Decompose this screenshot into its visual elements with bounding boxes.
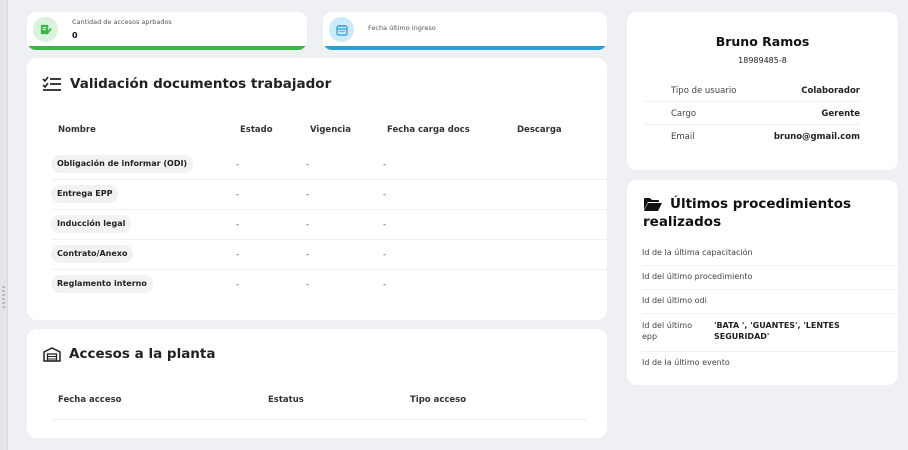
profile-label: Cargo — [671, 109, 697, 119]
table-row: Obligación de informar (ODI) - - - — [51, 150, 611, 180]
profile-value: Colaborador — [801, 86, 860, 96]
col-header-vigencia: Vigencia — [310, 125, 351, 135]
profile-rut: 18989485-8 — [738, 56, 787, 65]
table-row: Contrato/Anexo - - - — [51, 240, 611, 270]
documents-card: Validación documentos trabajador Nombre … — [27, 58, 611, 320]
profile-row-cargo: Cargo Gerente — [644, 103, 860, 125]
procedures-title-text: Últimos procedimientos realizados — [643, 196, 852, 230]
fecha-cell: - — [383, 220, 387, 230]
document-name-pill: Obligación de informar (ODI) — [51, 155, 194, 173]
col-header-nombre: Nombre — [58, 125, 96, 135]
estado-cell: - — [236, 250, 240, 260]
document-name-pill: Inducción legal — [51, 215, 132, 233]
profile-card: Bruno Ramos 18989485-8 Tipo de usuario C… — [627, 12, 898, 170]
col-header-fecha-carga: Fecha carga docs — [387, 125, 470, 135]
col-header-estado: Estado — [240, 125, 273, 135]
profile-value: bruno@gmail.com — [773, 132, 860, 142]
access-table-divider — [51, 419, 587, 420]
fecha-cell: - — [383, 190, 387, 200]
procedure-row: Id de la última capacitación — [642, 242, 897, 266]
procedure-row: Id del último procedimiento — [642, 266, 897, 290]
last-login-card: Fecha último ingreso — [323, 12, 607, 50]
document-name-pill: Entrega EPP — [51, 185, 119, 203]
col-header-tipo-acceso: Tipo acceso — [410, 395, 467, 405]
calendar-icon-circle — [329, 17, 354, 42]
approved-access-value: 0 — [72, 31, 78, 40]
col-header-descarga: Descarga — [517, 125, 562, 135]
profile-name: Bruno Ramos — [715, 34, 810, 49]
document-name-pill: Reglamento interno — [51, 275, 153, 293]
procedure-label: Id del último odi — [642, 296, 707, 305]
table-row: Reglamento interno - - - — [51, 270, 611, 300]
documents-title: Validación documentos trabajador — [42, 76, 331, 92]
vigencia-cell: - — [306, 250, 310, 260]
profile-label: Tipo de usuario — [671, 86, 737, 96]
procedure-label: Id de la última capacitación — [642, 248, 753, 257]
approved-access-card: Cantidad de accesos aprbados 0 — [27, 12, 307, 50]
document-name-pill: Contrato/Anexo — [51, 245, 134, 263]
plant-access-title: Accesos a la planta — [43, 346, 215, 362]
plant-access-card: Accesos a la planta Fecha acceso Estatus… — [27, 329, 607, 438]
procedure-label: Id del último procedimiento — [642, 272, 753, 281]
estado-cell: - — [236, 220, 240, 230]
procedure-label: Id del último epp — [642, 321, 693, 341]
checklist-icon — [42, 76, 61, 91]
fecha-cell: - — [383, 160, 387, 170]
profile-value: Gerente — [821, 109, 860, 119]
approved-progress-bar — [27, 46, 307, 50]
approved-icon-circle — [33, 17, 58, 42]
procedure-value: 'BATA ', 'GUANTES', 'LENTES SEGURIDAD' — [714, 321, 840, 341]
fecha-cell: - — [383, 250, 387, 260]
table-row: Inducción legal - - - — [51, 210, 611, 240]
vigencia-cell: - — [306, 280, 310, 290]
warehouse-icon — [43, 346, 61, 362]
procedure-label: Id de la último evento — [642, 358, 730, 367]
profile-row-email: Email bruno@gmail.com — [644, 126, 860, 148]
vigencia-cell: - — [306, 190, 310, 200]
approved-access-label: Cantidad de accesos aprbados — [72, 18, 172, 26]
col-header-estatus: Estatus — [268, 395, 304, 405]
procedure-row: Id de la último evento — [642, 352, 897, 376]
calendar-icon — [335, 24, 348, 36]
procedures-card: Últimos procedimientos realizados Id de … — [627, 180, 898, 385]
left-resize-rail[interactable] — [0, 0, 8, 450]
fecha-cell: - — [383, 280, 387, 290]
documents-title-text: Validación documentos trabajador — [70, 76, 332, 92]
estado-cell: - — [236, 280, 240, 290]
vigencia-cell: - — [306, 220, 310, 230]
estado-cell: - — [236, 160, 240, 170]
vigencia-cell: - — [306, 160, 310, 170]
procedure-row: Id del último odi — [642, 290, 897, 314]
plant-access-title-text: Accesos a la planta — [69, 346, 216, 362]
document-check-icon — [40, 24, 52, 35]
resize-grip-icon[interactable] — [2, 286, 5, 308]
table-row: Entrega EPP - - - — [51, 180, 611, 210]
last-login-progress-bar — [323, 46, 607, 50]
profile-row-user-type: Tipo de usuario Colaborador — [644, 80, 860, 102]
profile-label: Email — [671, 132, 695, 142]
last-login-label: Fecha último ingreso — [368, 24, 436, 32]
col-header-fecha-acceso: Fecha acceso — [58, 395, 122, 405]
estado-cell: - — [236, 190, 240, 200]
procedure-row: Id del último epp 'BATA ', 'GUANTES', 'L… — [642, 314, 897, 352]
